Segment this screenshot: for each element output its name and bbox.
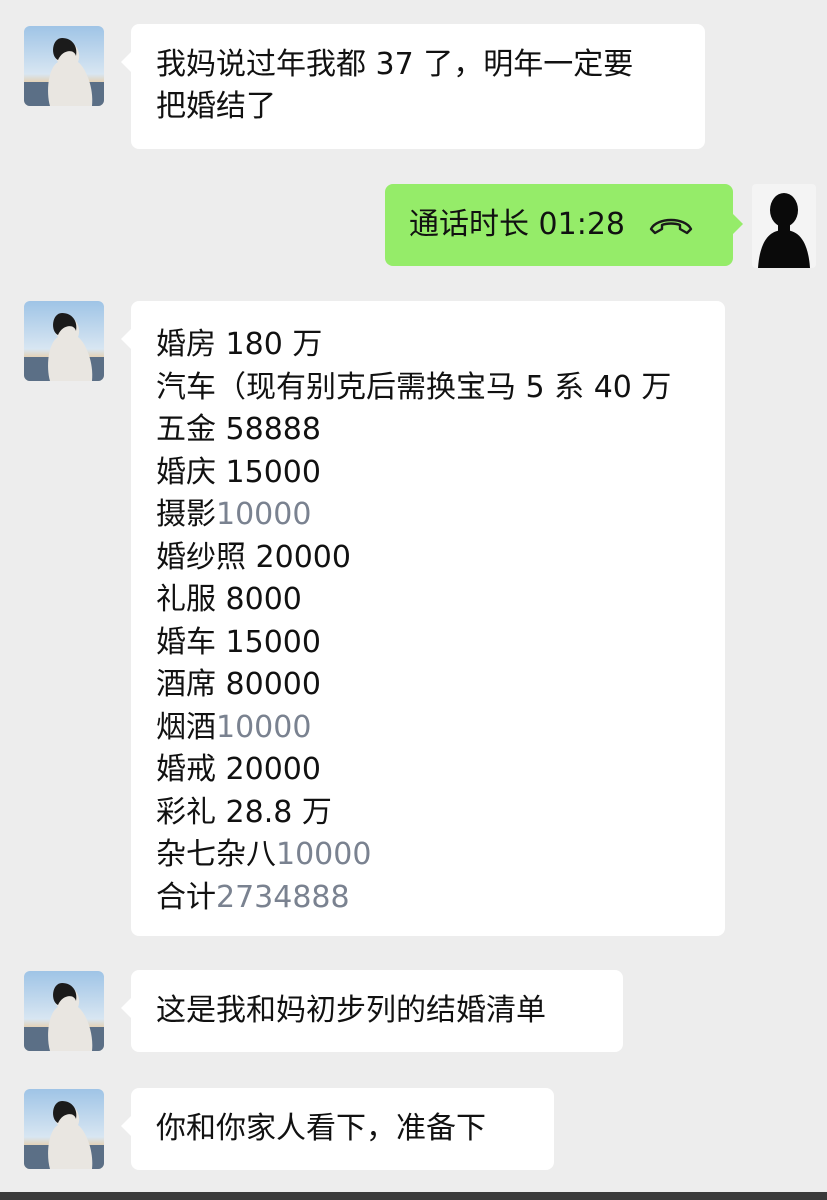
contact-avatar[interactable] bbox=[24, 26, 104, 106]
message-bubble[interactable]: 我妈说过年我都 37 了，明年一定要 把婚结了 bbox=[121, 24, 705, 149]
list-item: 五金 58888 bbox=[156, 412, 321, 447]
contact-avatar[interactable] bbox=[24, 301, 104, 381]
list-item: 杂七杂八10000 bbox=[156, 837, 372, 872]
my-avatar[interactable] bbox=[752, 184, 816, 268]
list-item: 酒席 80000 bbox=[156, 667, 321, 702]
list-total: 合计2734888 bbox=[156, 879, 350, 915]
message-text-line: 我妈说过年我都 37 了，明年一定要 bbox=[156, 47, 634, 82]
contact-avatar[interactable] bbox=[24, 1089, 104, 1169]
list-item: 烟酒10000 bbox=[156, 709, 312, 745]
list-item: 汽车（现有别克后需换宝马 5 系 40 万 bbox=[156, 369, 672, 405]
contact-avatar[interactable] bbox=[24, 971, 104, 1051]
list-item: 礼服 8000 bbox=[156, 582, 302, 617]
call-record-bubble[interactable]: 通话时长 01:28 bbox=[385, 184, 743, 266]
message-bubble[interactable]: 你和你家人看下，准备下 bbox=[121, 1088, 554, 1170]
call-duration-text: 通话时长 01:28 bbox=[409, 207, 625, 242]
list-item: 婚房 180 万 bbox=[156, 327, 323, 362]
message-text-line: 这是我和妈初步列的结婚清单 bbox=[156, 993, 546, 1028]
list-item: 摄影10000 bbox=[156, 497, 312, 532]
list-item: 婚车 15000 bbox=[156, 624, 321, 660]
list-item: 婚庆 15000 bbox=[156, 454, 321, 490]
message-text-line: 把婚结了 bbox=[156, 89, 276, 124]
list-item: 婚戒 20000 bbox=[156, 752, 321, 787]
phone-hangup-icon bbox=[649, 218, 693, 235]
bottom-edge-bar bbox=[0, 1192, 827, 1200]
message-text-line: 你和你家人看下，准备下 bbox=[156, 1111, 486, 1146]
wedding-list-bubble[interactable]: 婚房 180 万 汽车（现有别克后需换宝马 5 系 40 万 五金 58888 … bbox=[121, 301, 725, 936]
list-item: 婚纱照 20000 bbox=[156, 539, 351, 575]
message-bubble[interactable]: 这是我和妈初步列的结婚清单 bbox=[121, 970, 623, 1052]
list-item: 彩礼 28.8 万 bbox=[156, 794, 332, 830]
